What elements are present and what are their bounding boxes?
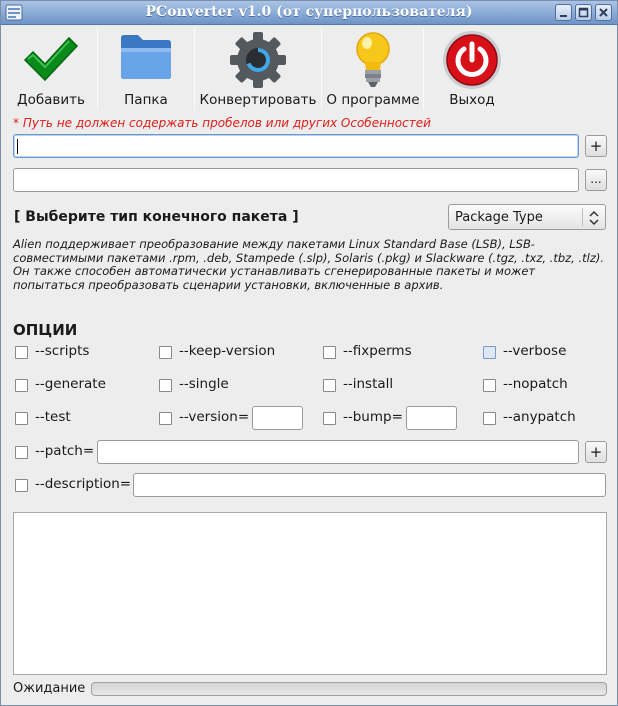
convert-label: Конвертировать	[199, 92, 317, 108]
package-type-heading: [ Выберите тип конечного пакета ]	[14, 209, 299, 225]
description-input[interactable]	[133, 473, 606, 497]
nopatch-checkbox[interactable]	[483, 379, 496, 392]
anypatch-checkbox[interactable]	[483, 412, 496, 425]
description-checkbox[interactable]	[15, 479, 28, 492]
verbose-label: --verbose	[503, 343, 567, 359]
test-checkbox[interactable]	[15, 412, 28, 425]
verbose-checkbox[interactable]	[483, 346, 496, 359]
toolbar: Добавить Папка Конвертировать О программ…	[2, 26, 616, 114]
generate-label: --generate	[35, 376, 106, 392]
close-button[interactable]	[595, 4, 612, 21]
about-button[interactable]: О программе	[325, 26, 421, 114]
version-input[interactable]	[252, 406, 303, 430]
add-file-button[interactable]: +	[585, 135, 607, 157]
version-label: --version=	[179, 409, 250, 425]
generate-checkbox[interactable]	[15, 379, 28, 392]
checkmark-icon	[23, 36, 79, 82]
browse-button[interactable]: ...	[585, 169, 607, 191]
folder-button[interactable]: Папка	[102, 26, 190, 114]
package-type-select[interactable]: Package Type	[448, 204, 606, 230]
text-caret	[17, 139, 18, 154]
minimize-icon	[560, 15, 567, 17]
title-bar[interactable]: PConverter v1.0 (от суперпользователя)	[1, 1, 617, 25]
bump-checkbox[interactable]	[323, 412, 336, 425]
close-icon	[599, 8, 608, 17]
scripts-label: --scripts	[35, 343, 90, 359]
toolbar-divider	[194, 28, 195, 110]
keep-version-label: --keep-version	[179, 343, 276, 359]
progress-bar	[91, 682, 607, 696]
toolbar-divider	[97, 28, 98, 110]
test-label: --test	[35, 409, 71, 425]
scripts-checkbox[interactable]	[15, 346, 28, 359]
maximize-icon	[578, 7, 589, 18]
about-label: О программе	[326, 92, 420, 108]
add-button[interactable]: Добавить	[10, 26, 92, 114]
folder-icon	[121, 35, 171, 79]
options-heading: ОПЦИИ	[13, 321, 78, 339]
window-title: PConverter v1.0 (от суперпользователя)	[145, 4, 473, 20]
minimize-button[interactable]	[555, 4, 572, 21]
version-checkbox[interactable]	[159, 412, 172, 425]
add-label: Добавить	[17, 92, 85, 108]
target-path-input[interactable]	[13, 168, 579, 192]
toolbar-divider	[321, 28, 322, 110]
exit-button[interactable]: Выход	[427, 26, 517, 114]
anypatch-label: --anypatch	[503, 409, 576, 425]
add-patch-button[interactable]: +	[585, 441, 607, 463]
app-window: PConverter v1.0 (от суперпользователя) Д…	[0, 0, 618, 706]
fixperms-label: --fixperms	[343, 343, 412, 359]
description-label: --description=	[35, 476, 132, 492]
exit-label: Выход	[449, 92, 495, 108]
output-log[interactable]	[13, 512, 607, 675]
bump-label: --bump=	[343, 409, 403, 425]
keep-version-checkbox[interactable]	[159, 346, 172, 359]
patch-label: --patch=	[35, 443, 95, 459]
nopatch-label: --nopatch	[503, 376, 568, 392]
status-label: Ожидание	[13, 681, 86, 696]
gear-icon	[230, 32, 286, 88]
path-warning: * Путь не должен содержать пробелов или …	[13, 116, 431, 130]
folder-label: Папка	[124, 92, 168, 108]
bump-input[interactable]	[406, 406, 457, 430]
power-icon	[443, 31, 501, 89]
chevron-updown-icon	[589, 210, 599, 226]
fixperms-checkbox[interactable]	[323, 346, 336, 359]
install-checkbox[interactable]	[323, 379, 336, 392]
patch-input[interactable]	[97, 440, 579, 464]
patch-checkbox[interactable]	[15, 446, 28, 459]
maximize-button[interactable]	[575, 4, 592, 21]
toolbar-divider	[423, 28, 424, 110]
source-path-input[interactable]	[13, 134, 579, 158]
package-type-value: Package Type	[455, 210, 543, 225]
install-label: --install	[343, 376, 394, 392]
convert-button[interactable]: Конвертировать	[198, 26, 318, 114]
single-label: --single	[179, 376, 229, 392]
select-divider	[582, 208, 583, 226]
lightbulb-icon	[356, 32, 390, 87]
alien-description: Alien поддерживает преобразование между …	[13, 237, 605, 292]
single-checkbox[interactable]	[159, 379, 172, 392]
